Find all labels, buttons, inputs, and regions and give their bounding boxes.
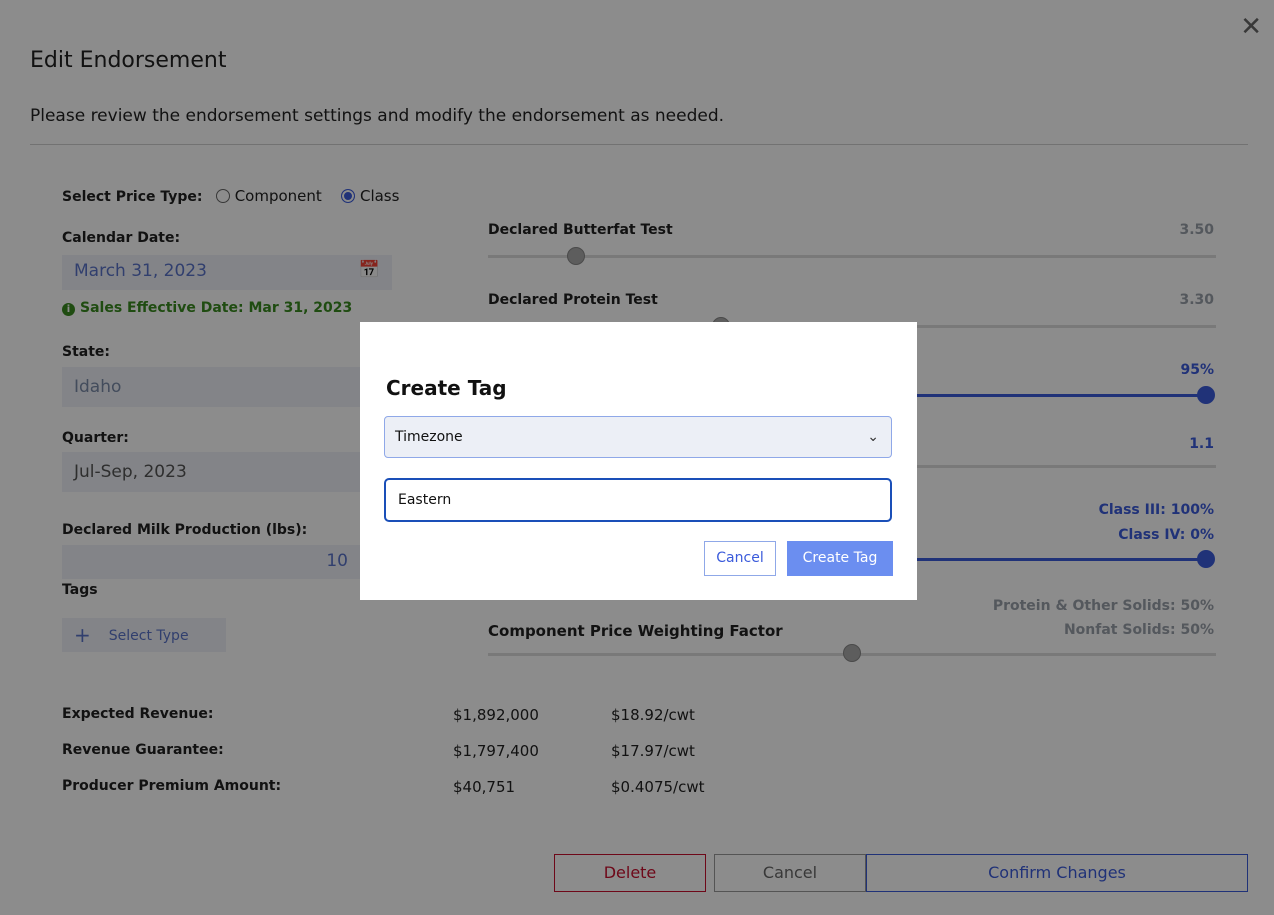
modal-cancel-button[interactable]: Cancel <box>704 541 776 576</box>
tag-type-selected-value: Timezone <box>395 429 463 445</box>
tag-value-input[interactable]: Eastern <box>384 478 892 522</box>
modal-title: Create Tag <box>386 376 507 400</box>
chevron-down-icon: ⌄ <box>867 429 879 445</box>
tag-value-text: Eastern <box>398 492 452 508</box>
tag-type-select[interactable]: Timezone ⌄ <box>384 416 892 458</box>
create-tag-button[interactable]: Create Tag <box>787 541 893 576</box>
create-tag-modal: Create Tag Timezone ⌄ Eastern Cancel Cre… <box>360 322 917 600</box>
